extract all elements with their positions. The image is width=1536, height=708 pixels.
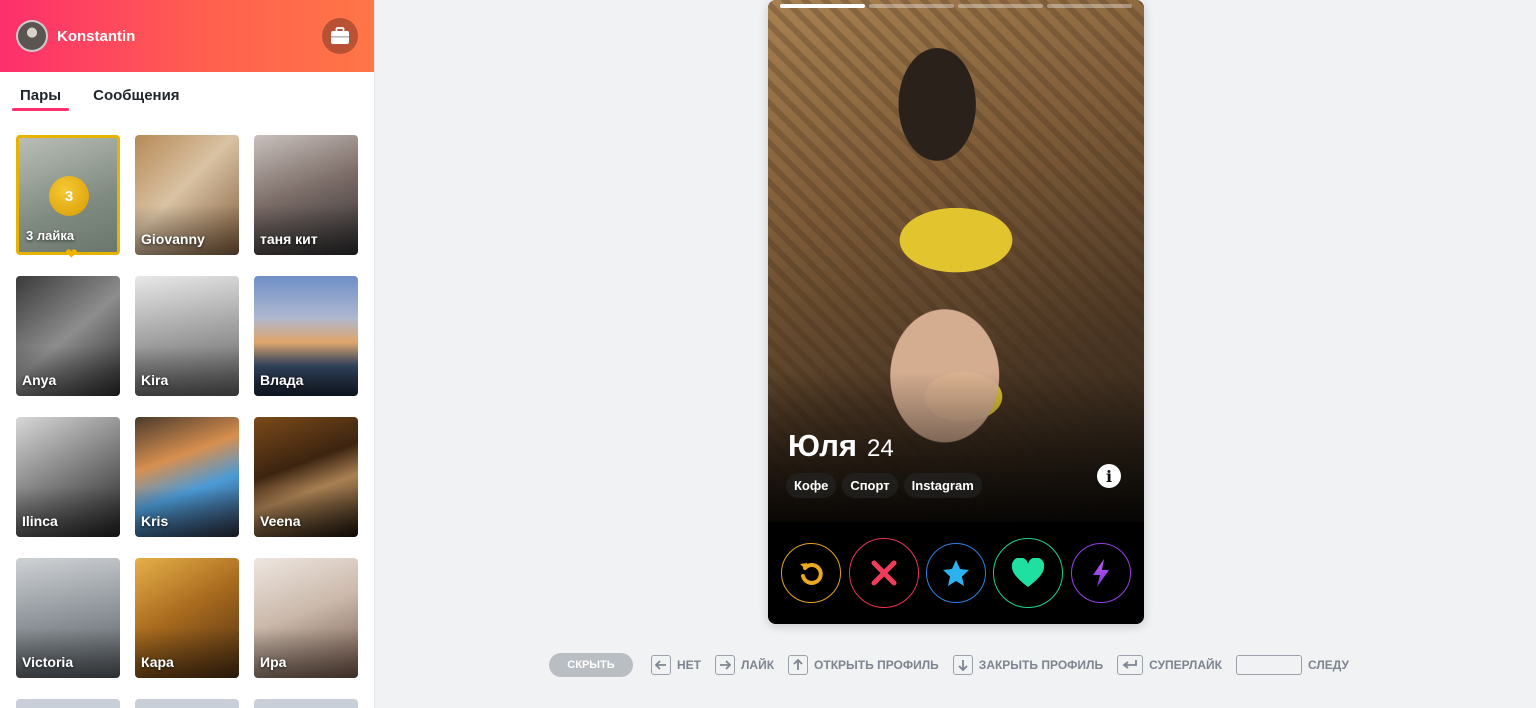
hint-no: НЕТ	[651, 655, 701, 675]
tab-messages[interactable]: Сообщения	[93, 81, 179, 111]
avatar[interactable]	[16, 20, 48, 52]
match-card-partial[interactable]	[135, 699, 239, 708]
match-card[interactable]: Ilinca	[16, 417, 120, 537]
sidebar-header: Konstantin	[0, 0, 374, 72]
info-icon[interactable]: i	[1097, 464, 1121, 488]
hint-next: СЛЕДУ	[1235, 655, 1349, 675]
photo-indicator[interactable]	[958, 4, 1043, 8]
like-button[interactable]	[993, 538, 1064, 608]
match-name: Anya	[22, 372, 57, 388]
super-like-button[interactable]	[925, 543, 986, 603]
match-card[interactable]: Giovanny	[135, 135, 239, 255]
down-arrow-key-icon	[952, 655, 973, 675]
more-matches-row	[16, 699, 358, 708]
hint-like: ЛАЙК	[715, 655, 774, 675]
matches-grid: 3 3 лайка ❤ Giovanny таня кит Anya Kira …	[16, 135, 360, 678]
match-card[interactable]: Влада	[254, 276, 358, 396]
match-name: Kris	[141, 513, 169, 529]
star-icon	[942, 560, 969, 586]
nope-button[interactable]	[848, 538, 919, 608]
rewind-icon	[800, 562, 824, 585]
likes-label: 3 лайка	[26, 228, 75, 243]
profile-age: 24	[866, 435, 894, 462]
photo-progress	[780, 4, 1132, 8]
x-icon	[871, 560, 897, 586]
hint-next-label: СЛЕДУ	[1307, 658, 1349, 672]
sidebar: Konstantin Пары Сообщения 3 3 лайка ❤ Gi…	[0, 0, 375, 708]
hint-superlike-label: СУПЕРЛАЙК	[1149, 658, 1222, 672]
boost-button[interactable]	[1070, 543, 1131, 603]
lightning-icon	[1092, 559, 1109, 587]
likes-you-card[interactable]: 3 3 лайка ❤	[16, 135, 120, 263]
match-card[interactable]: Victoria	[16, 558, 120, 678]
match-card-partial[interactable]	[254, 699, 358, 708]
match-name: Victoria	[22, 654, 74, 670]
profile-name: Юля	[788, 428, 857, 463]
interest-tag: Кофе	[786, 473, 837, 498]
match-name: Kira	[141, 372, 169, 388]
interest-tag: Instagram	[903, 473, 982, 498]
match-card[interactable]: Kira	[135, 276, 239, 396]
username[interactable]: Konstantin	[57, 28, 322, 45]
work-mode-button[interactable]	[322, 18, 358, 54]
hide-hints-button[interactable]: СКРЫТЬ	[549, 653, 633, 677]
enter-key-icon	[1117, 655, 1144, 675]
match-card-partial[interactable]	[16, 699, 120, 708]
rewind-button[interactable]	[781, 543, 842, 603]
action-bar	[768, 522, 1144, 624]
profile-card[interactable]: Юля 24 Кофе Спорт Instagram i	[768, 0, 1144, 624]
hint-superlike: СУПЕРЛАЙК	[1117, 655, 1222, 675]
profile-tags: Кофе Спорт Instagram	[786, 473, 982, 498]
match-name: таня кит	[260, 231, 318, 247]
up-arrow-key-icon	[788, 655, 809, 675]
hint-no-label: НЕТ	[677, 658, 701, 672]
hint-close-profile: ЗАКРЫТЬ ПРОФИЛЬ	[952, 655, 1104, 675]
match-name: Ilinca	[22, 513, 58, 529]
match-card[interactable]: Кара	[135, 558, 239, 678]
gold-heart-icon: ❤	[65, 246, 78, 263]
right-arrow-key-icon	[715, 655, 735, 675]
photo-indicator[interactable]	[780, 4, 865, 8]
likes-count-badge: 3	[49, 176, 89, 216]
interest-tag: Спорт	[842, 473, 898, 498]
match-name: Влада	[260, 372, 304, 388]
hint-open-profile-label: ОТКРЫТЬ ПРОФИЛЬ	[814, 658, 939, 672]
photo-indicator[interactable]	[1047, 4, 1132, 8]
match-card[interactable]: таня кит	[254, 135, 358, 255]
profile-info: Юля 24 Кофе Спорт Instagram	[786, 428, 982, 498]
match-card[interactable]: Ира	[254, 558, 358, 678]
space-key-icon	[1235, 655, 1302, 675]
hint-like-label: ЛАЙК	[741, 658, 775, 672]
match-name: Ира	[260, 654, 287, 670]
left-arrow-key-icon	[651, 655, 671, 675]
hint-close-profile-label: ЗАКРЫТЬ ПРОФИЛЬ	[978, 658, 1104, 672]
match-card[interactable]: Kris	[135, 417, 239, 537]
match-name: Giovanny	[141, 231, 205, 247]
sidebar-tabs: Пары Сообщения	[0, 72, 374, 120]
match-name: Veena	[260, 513, 301, 529]
heart-icon	[1012, 558, 1045, 587]
hint-open-profile: ОТКРЫТЬ ПРОФИЛЬ	[788, 655, 939, 675]
photo-indicator[interactable]	[869, 4, 954, 8]
match-card[interactable]: Veena	[254, 417, 358, 537]
tab-matches[interactable]: Пары	[12, 81, 70, 111]
keyboard-hints: СКРЫТЬ НЕТ ЛАЙК ОТКРЫТЬ ПРОФИЛЬ ЗАКРЫТЬ …	[549, 653, 1363, 677]
match-card[interactable]: Anya	[16, 276, 120, 396]
match-name: Кара	[141, 654, 174, 670]
briefcase-icon	[331, 27, 349, 44]
